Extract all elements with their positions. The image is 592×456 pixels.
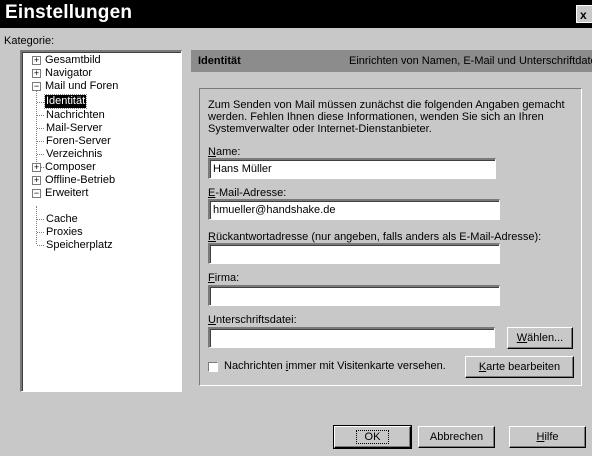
title-bar: Einstellungen x	[0, 0, 592, 28]
tree-connector	[37, 232, 44, 233]
tree-item-label: Mail und Foren	[45, 80, 119, 92]
tree-item-label: Proxies	[46, 226, 83, 238]
tree-item-label: Speicherplatz	[46, 239, 113, 251]
tree-item-label: Gesamtbild	[45, 54, 101, 66]
ok-button[interactable]: OK	[333, 425, 412, 449]
email-label: E-Mail-Adresse:	[208, 187, 287, 199]
tree-connector	[37, 141, 44, 142]
company-field[interactable]	[208, 285, 500, 306]
help-button[interactable]: Hilfe	[509, 426, 586, 448]
expand-icon[interactable]: +	[32, 56, 41, 65]
expand-icon[interactable]: +	[32, 163, 41, 172]
intro-text: Zum Senden von Mail müssen zunächst die …	[208, 99, 565, 135]
tree-item-label: Composer	[45, 161, 96, 173]
tree-connector	[37, 102, 44, 103]
expand-icon[interactable]: +	[32, 176, 41, 185]
close-icon[interactable]: x	[576, 5, 592, 23]
name-field[interactable]: Hans Müller	[208, 158, 496, 179]
window-title: Einstellungen	[5, 2, 133, 23]
tree-item-label: Erweitert	[45, 187, 89, 199]
tree-item-label: Mail-Server	[46, 122, 103, 134]
name-label: Name:	[208, 146, 241, 158]
vcard-checkbox[interactable]	[208, 362, 218, 372]
panel-subtitle: Einrichten von Namen, E-Mail und Untersc…	[349, 55, 592, 67]
category-label: Kategorie:	[4, 35, 55, 47]
tree-connector	[37, 128, 44, 129]
collapse-icon[interactable]: −	[32, 189, 41, 198]
tree-connector	[37, 115, 44, 116]
panel-header: Identität Einrichten von Namen, E-Mail u…	[191, 50, 592, 72]
tree-connector	[36, 206, 37, 244]
choose-file-button[interactable]: Wählen...	[507, 327, 573, 349]
edit-card-button[interactable]: Karte bearbeiten	[465, 356, 574, 378]
tree-connector	[37, 154, 44, 155]
panel-title: Identität	[198, 55, 241, 67]
collapse-icon[interactable]: −	[32, 82, 41, 91]
expand-icon[interactable]: +	[32, 69, 41, 78]
reply-address-label: Rückantwortadresse (nur angeben, falls a…	[208, 231, 542, 243]
tree-item-label: Identität	[43, 94, 88, 109]
tree-item-label: Cache	[46, 213, 78, 225]
tree-item-label: Offline-Betrieb	[45, 174, 116, 186]
reply-address-field[interactable]	[208, 243, 500, 264]
signature-file-label: Unterschriftsdatei:	[208, 314, 297, 326]
tree-item-label: Foren-Server	[46, 135, 111, 147]
category-tree[interactable]: + Gesamtbild + Navigator − Mail und Fore…	[20, 50, 182, 392]
company-label: Firma:	[208, 272, 240, 284]
vcard-checkbox-label: Nachrichten immer mit Visitenkarte verse…	[224, 360, 446, 372]
tree-item-label: Navigator	[45, 67, 93, 79]
tree-item-label: Nachrichten	[46, 109, 105, 121]
cancel-button[interactable]: Abbrechen	[418, 426, 495, 448]
tree-connector	[37, 219, 44, 220]
email-field[interactable]: hmueller@handshake.de	[208, 199, 500, 220]
tree-item-label: Verzeichnis	[46, 148, 103, 160]
tree-connector	[37, 245, 44, 246]
signature-file-field[interactable]	[208, 327, 495, 348]
